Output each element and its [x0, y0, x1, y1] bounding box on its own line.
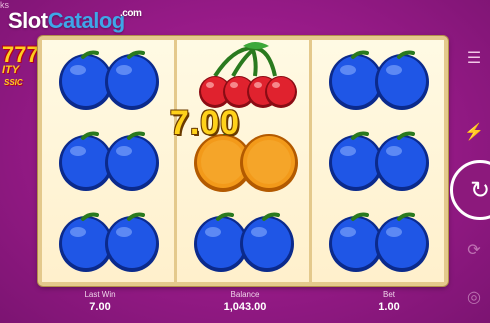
watermark-domain: .com — [120, 8, 142, 19]
coins-icon[interactable]: ◎ — [460, 283, 488, 311]
bet-label: Bet — [382, 290, 395, 299]
menu-icon[interactable]: ☰ — [460, 44, 488, 72]
balance-panel: Balance 1,043.00 — [200, 290, 290, 314]
balance-label: Balance — [230, 290, 260, 299]
bet-panel[interactable]: Bet 1.00 — [344, 290, 434, 314]
win-amount-display: 7.00 — [169, 104, 241, 142]
slot-board — [38, 36, 448, 286]
spin-arrow-icon: ↻ — [469, 176, 490, 204]
bet-value: 1.00 — [378, 301, 400, 313]
symbol-plum-icon — [312, 121, 444, 201]
slotcatalog-watermark: SlotCatalog .com — [8, 8, 142, 34]
watermark-slot: Slot — [8, 8, 48, 33]
symbol-plum-icon — [312, 40, 444, 120]
autoplay-icon[interactable]: ⟳ — [460, 236, 488, 264]
symbol-plum-icon — [42, 202, 174, 282]
spin-button[interactable]: ↻ — [450, 160, 490, 220]
lightning-icon[interactable]: ⚡ — [460, 118, 488, 146]
symbol-plum-icon — [312, 202, 444, 282]
last-win-panel: Last Win 7.00 — [55, 290, 145, 314]
game-logo: 777 ITY SSIC — [0, 42, 39, 98]
game-logo-line2: SSIC — [4, 78, 23, 87]
reel-1 — [42, 40, 174, 282]
reel-3 — [312, 40, 444, 282]
last-win-label: Last Win — [84, 290, 116, 299]
game-logo-line1: ITY — [2, 64, 20, 76]
watermark-catalog: Catalog — [47, 8, 126, 33]
symbol-plum-icon — [177, 202, 309, 282]
balance-value: 1,043.00 — [223, 301, 267, 313]
last-win-value: 7.00 — [89, 301, 111, 313]
reel-2 — [177, 40, 309, 282]
